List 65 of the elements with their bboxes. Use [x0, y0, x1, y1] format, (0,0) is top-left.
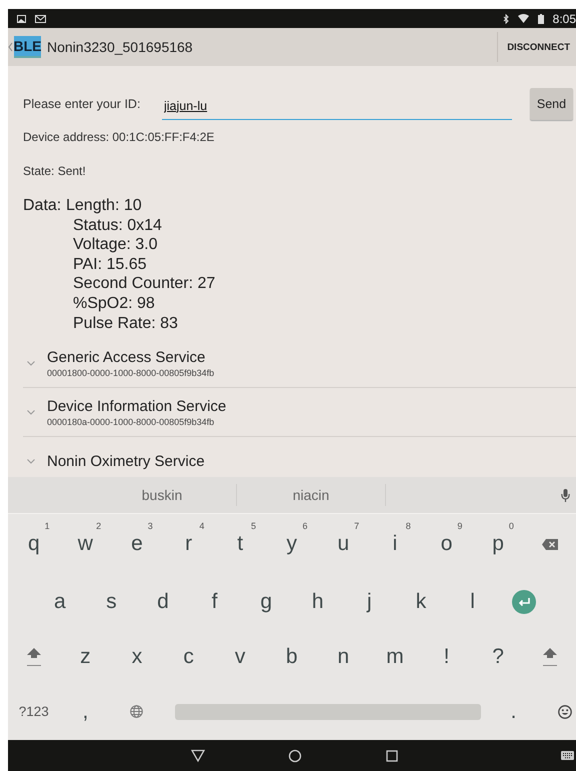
device-title: Nonin3230_501695168 — [47, 39, 194, 55]
keyboard-key[interactable]: k — [395, 576, 447, 626]
data-label: Data: — [23, 196, 61, 216]
key-hint: 2 — [96, 521, 102, 531]
keyboard-key[interactable]: w 2 — [60, 519, 112, 569]
keyboard-key[interactable]: t 5 — [214, 519, 266, 569]
service-name: Generic Access Service — [47, 348, 206, 366]
data-line: Second Counter: 27 — [73, 274, 216, 294]
keyboard-key[interactable]: u 7 — [318, 519, 370, 569]
id-input-field[interactable]: jiajun-lu — [162, 92, 512, 120]
send-button[interactable]: Send — [530, 88, 573, 120]
keyboard-key[interactable]: n — [318, 632, 370, 682]
keyboard-key[interactable]: f — [188, 576, 240, 626]
keyboard-key[interactable]: v — [214, 632, 266, 682]
info-text: Device address: 00:1C:05:FF:F4:2E — [23, 129, 216, 146]
keyboard-key[interactable]: p 0 — [472, 519, 524, 569]
keyboard-key[interactable]: m — [369, 632, 421, 682]
key-hint: 5 — [250, 521, 256, 531]
data-line: Status: 0x14 — [73, 216, 163, 236]
keyboard-key[interactable]: l — [446, 576, 498, 626]
service-uuid: 00001800-0000-1000-8000-00805f9b34fb — [47, 368, 214, 378]
keyboard-key[interactable]: d — [137, 576, 189, 626]
info-text: State: Sent! — [23, 163, 87, 180]
data-line: Length: 10 — [66, 196, 143, 216]
data-line: Voltage: 3.0 — [73, 235, 159, 255]
keyboard-key[interactable]: ? — [472, 632, 524, 682]
keyboard-key[interactable]: i 8 — [369, 519, 421, 569]
data-line: %SpO2: 98 — [73, 294, 156, 314]
key-hint: 6 — [302, 521, 308, 531]
keyboard-key[interactable]: s — [86, 576, 138, 626]
key-hint: 8 — [406, 521, 411, 531]
keyboard-key[interactable]: q 1 — [8, 519, 60, 569]
keyboard-key[interactable]: o 9 — [420, 519, 472, 569]
key-hint: 4 — [199, 521, 204, 531]
keyboard-key[interactable]: h — [292, 576, 344, 626]
keyboard-key[interactable]: , — [60, 686, 112, 736]
disconnect-button[interactable]: DISCONNECT — [497, 32, 576, 62]
data-line: Pulse Rate: 83 — [73, 314, 179, 334]
key-hint: 7 — [354, 521, 360, 531]
status-time: 8:05 — [552, 12, 576, 26]
keyboard-key[interactable]: c — [162, 632, 214, 682]
keyboard-key[interactable]: b — [266, 632, 318, 682]
service-name: Nonin Oximetry Service — [47, 452, 205, 470]
key-hint: 9 — [457, 521, 462, 531]
key-hint: 3 — [148, 521, 153, 531]
symbols-key[interactable]: ?123 — [8, 686, 60, 736]
key-hint: 1 — [44, 521, 50, 531]
keyboard-key[interactable]: a — [34, 576, 86, 626]
keyboard-key[interactable]: g — [240, 576, 292, 626]
keyboard-key[interactable]: . — [488, 686, 540, 736]
suggestion[interactable]: niacin — [237, 484, 386, 506]
keyboard-key[interactable]: r 4 — [162, 519, 214, 569]
keyboard-key[interactable]: z — [60, 632, 112, 682]
key-hint: 0 — [508, 521, 514, 531]
service-name: Device Information Service — [47, 398, 226, 415]
keyboard-key[interactable]: e 3 — [111, 519, 163, 569]
data-line: PAI: 15.65 — [73, 254, 148, 274]
suggestion[interactable]: buskin — [88, 484, 237, 506]
keyboard-key[interactable]: x — [111, 632, 163, 682]
keyboard-key[interactable]: y 6 — [266, 519, 318, 569]
service-uuid: 0000180a-0000-1000-8000-00805f9b34fb — [47, 416, 216, 427]
id-label: Please enter your ID: — [23, 97, 142, 111]
app-logo: BLE — [14, 36, 41, 58]
keyboard-key[interactable]: ! — [420, 632, 472, 682]
keyboard-key[interactable]: j — [344, 576, 396, 626]
